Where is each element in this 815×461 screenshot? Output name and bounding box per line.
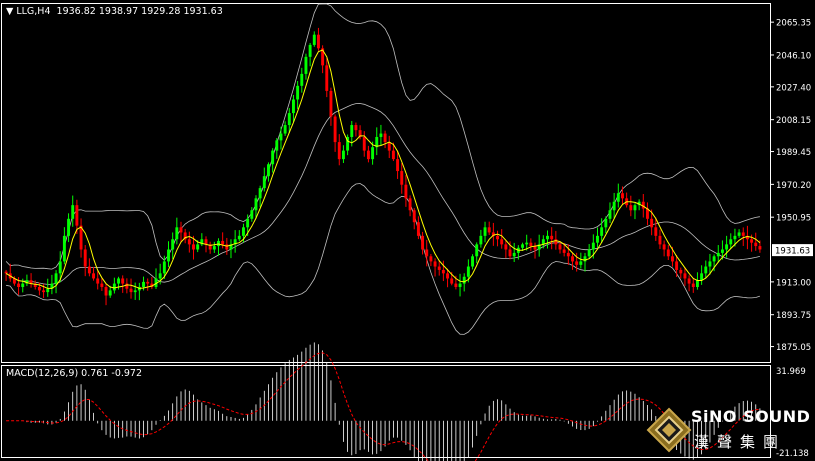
- y-tick-label: 1893.75: [776, 311, 811, 321]
- y-tick-label: 2065.35: [776, 19, 811, 29]
- brand-chinese: 漢聲集團: [694, 433, 787, 451]
- triangle-down-icon[interactable]: ▼: [6, 6, 13, 17]
- macd-tick-label: 31.969: [776, 367, 806, 377]
- y-tick-label: 1989.45: [776, 148, 811, 158]
- y-tick-label: 1913.00: [776, 278, 811, 288]
- brand-name: SiNO SOUND: [691, 407, 811, 426]
- symbol-label: LLG,H4: [16, 6, 51, 17]
- diamond-logo-icon: [646, 407, 692, 453]
- ohlc-readout: 1936.82 1938.97 1929.28 1931.63: [56, 6, 223, 17]
- y-tick-label: 1970.20: [776, 181, 811, 191]
- y-tick-label: 1950.95: [776, 214, 811, 224]
- macd-label: MACD(12,26,9) 0.761 -0.972: [6, 368, 143, 379]
- company-logo: SiNO SOUND 漢聲集團: [646, 401, 811, 459]
- y-tick-label: 1875.05: [776, 343, 811, 353]
- y-tick-label: 2027.40: [776, 83, 811, 93]
- price-chart[interactable]: 2065.35 2046.10 2027.40 2008.15 1989.45 1970.…: [0, 0, 815, 461]
- current-price-label: 1931.63: [775, 247, 810, 257]
- y-tick-label: 2046.10: [776, 51, 811, 61]
- y-tick-label: 2008.15: [776, 116, 811, 126]
- chart-header: ▼ LLG,H4 1936.82 1938.97 1929.28 1931.63: [6, 6, 223, 17]
